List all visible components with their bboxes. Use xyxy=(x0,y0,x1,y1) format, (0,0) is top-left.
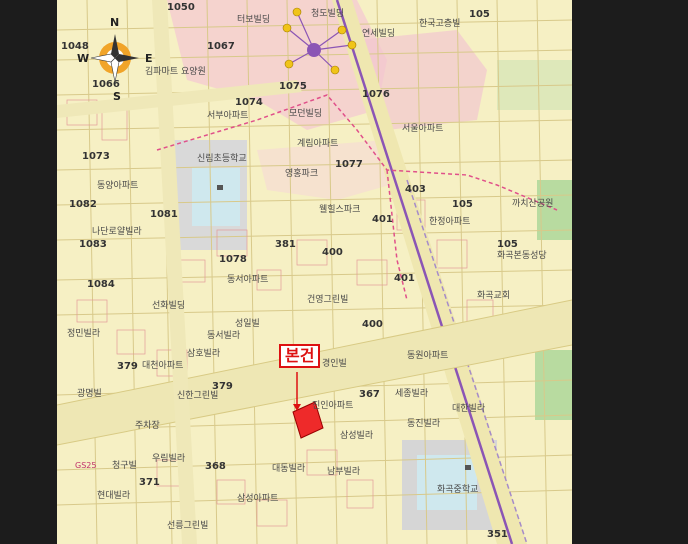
place-label: 모던빌딩 xyxy=(289,109,323,119)
place-label: 삼성빌라 xyxy=(340,431,374,441)
place-label: 삼성아파트 xyxy=(237,494,279,504)
lot-number: 1075 xyxy=(279,81,307,92)
place-label: 한국고층빌 xyxy=(419,19,461,29)
lot-number: 351 xyxy=(487,529,508,540)
lot-number: 105 xyxy=(452,199,473,210)
lot-number: 1048 xyxy=(61,41,89,52)
place-label: 동서아파트 xyxy=(227,275,269,285)
station-marker xyxy=(307,43,321,57)
place-label: 청구빌 xyxy=(112,461,137,471)
lot-number: 105 xyxy=(469,9,490,20)
place-label: 성일빌 xyxy=(235,319,260,329)
place-label: 연세빌딩 xyxy=(362,29,396,39)
subject-label: 본건 xyxy=(279,344,321,368)
place-label: 신한그린빌 xyxy=(177,391,219,401)
compass-south: S xyxy=(113,90,121,103)
place-label: 현대빌라 xyxy=(97,491,131,501)
lot-number: 1084 xyxy=(87,279,115,290)
place-label: 정민빌라 xyxy=(67,329,101,339)
place-label: 광명빌 xyxy=(77,389,102,399)
place-label: 웰힐스파크 xyxy=(319,205,361,215)
place-label: 남부빌라 xyxy=(327,467,361,477)
place-label: 계림아파트 xyxy=(297,139,339,149)
compass-north: N xyxy=(110,16,120,29)
lot-number: 1073 xyxy=(82,151,110,162)
place-label: 동양아파트 xyxy=(97,181,139,191)
place-label: 화곡교회 xyxy=(477,291,511,301)
lot-number: 1077 xyxy=(335,159,363,170)
compass-east: E xyxy=(145,52,153,65)
place-label: 터보빌딩 xyxy=(237,15,271,25)
lot-number: 1082 xyxy=(69,199,97,210)
place-label: 까치산공원 xyxy=(512,199,554,209)
lot-number: 403 xyxy=(405,184,426,195)
lot-number: 400 xyxy=(362,319,383,330)
place-label: 신림초등학교 xyxy=(197,154,247,164)
place-label: 서부아파트 xyxy=(207,111,249,121)
lot-number: 401 xyxy=(394,273,415,284)
place-label: 화곡중학교 xyxy=(437,485,479,495)
lot-number: 368 xyxy=(205,461,226,472)
place-label: 세종빌라 xyxy=(395,389,429,399)
place-label: 진인아파트 xyxy=(312,401,354,411)
place-label: 나단로얄빌라 xyxy=(92,227,142,237)
lot-number: 1066 xyxy=(92,79,120,90)
place-label: 대한빌라 xyxy=(452,404,486,414)
lot-number: 1083 xyxy=(79,239,107,250)
lot-number: 1050 xyxy=(167,2,195,13)
compass-west: W xyxy=(77,52,90,65)
lot-number: 371 xyxy=(139,477,160,488)
place-label: 동진빌라 xyxy=(407,419,441,429)
place-label: 대천아파트 xyxy=(142,361,184,371)
lot-number: 367 xyxy=(359,389,380,400)
lot-number: 379 xyxy=(117,361,138,372)
lot-number: 1076 xyxy=(362,89,390,100)
place-label: 선릉그린빌 xyxy=(167,521,209,531)
place-label: 대동빌라 xyxy=(272,464,306,474)
place-label: 김파마트 요양원 xyxy=(145,67,206,77)
lot-number: 1078 xyxy=(219,254,247,265)
place-label: 한정아파트 xyxy=(429,217,471,227)
place-label: 동서빌라 xyxy=(207,331,241,341)
place-label: 청도빌딩 xyxy=(311,9,345,19)
lot-number: 1074 xyxy=(235,97,263,108)
lot-number: 105 xyxy=(497,239,518,250)
lot-number: 1081 xyxy=(150,209,178,220)
place-label: 경인빌 xyxy=(322,359,347,369)
place-label: 우림빌라 xyxy=(152,454,186,464)
park xyxy=(535,350,572,420)
lot-number: 381 xyxy=(275,239,296,250)
place-label: 건영그린빌 xyxy=(307,295,349,305)
place-label: 선화빌딩 xyxy=(152,301,186,311)
school-field xyxy=(192,168,240,226)
place-label: 삼호빌라 xyxy=(187,349,221,359)
place-label: 주차장 xyxy=(135,421,160,431)
place-label: 화곡본동성당 xyxy=(497,251,547,261)
lot-number: 400 xyxy=(322,247,343,258)
map-canvas[interactable]: N S E W 본건 1050 1048 1066 1067 1075 1073… xyxy=(57,0,572,544)
place-label: 영홍파크 xyxy=(285,169,319,179)
lot-number: 401 xyxy=(372,214,393,225)
lot-number: 1067 xyxy=(207,41,235,52)
gs-store-label: GS25 xyxy=(75,461,97,470)
place-label: 서울아파트 xyxy=(402,124,444,134)
place-label: 동원아파트 xyxy=(407,351,449,361)
